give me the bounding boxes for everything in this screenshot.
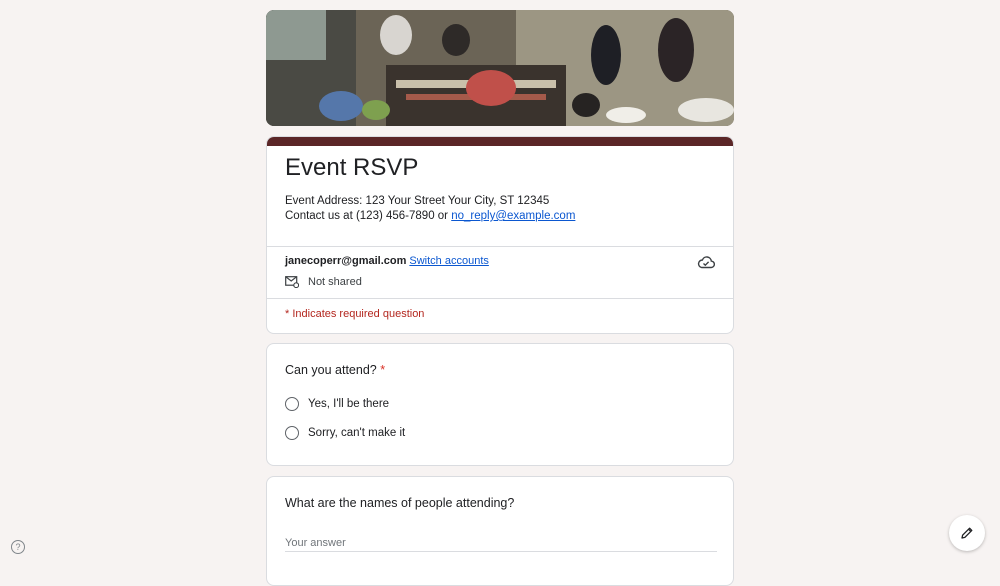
contact-text: Contact us at (123) 456-7890 or xyxy=(285,210,452,222)
radio-button[interactable] xyxy=(285,426,299,440)
pencil-icon xyxy=(961,527,973,539)
question-card-attendance: Can you attend? * Yes, I'll be there Sor… xyxy=(266,343,734,466)
required-divider xyxy=(267,298,733,299)
radio-option-yes[interactable]: Yes, I'll be there xyxy=(285,397,389,411)
radio-button[interactable] xyxy=(285,397,299,411)
cloud-check-icon[interactable] xyxy=(697,255,715,269)
answer-input[interactable] xyxy=(285,535,717,552)
account-email: janecoperr@gmail.com xyxy=(285,255,407,267)
radio-option-no[interactable]: Sorry, can't make it xyxy=(285,426,405,440)
event-address: Event Address: 123 Your Street Your City… xyxy=(285,195,550,207)
header-divider xyxy=(267,246,733,247)
question-title-text: Can you attend? xyxy=(285,363,377,377)
envelope-settings-icon xyxy=(285,276,299,288)
question-card-names: What are the names of people attending? xyxy=(266,476,734,586)
radio-option-label: Sorry, can't make it xyxy=(308,427,406,439)
question-title: What are the names of people attending? xyxy=(285,496,515,510)
help-icon[interactable]: ? xyxy=(11,540,25,554)
theme-accent-bar xyxy=(267,137,733,146)
party-photo xyxy=(266,10,734,126)
form-description: Event Address: 123 Your Street Your City… xyxy=(285,194,575,224)
form-title: Event RSVP xyxy=(285,154,419,181)
not-shared-label: Not shared xyxy=(308,276,362,288)
form-header-card: Event RSVP Event Address: 123 Your Stree… xyxy=(266,136,734,334)
contact-line: Contact us at (123) 456-7890 or no_reply… xyxy=(285,209,575,224)
header-banner-image xyxy=(266,10,734,126)
edit-button[interactable] xyxy=(949,515,985,551)
account-row: janecoperr@gmail.com Switch accounts xyxy=(285,255,489,267)
radio-option-label: Yes, I'll be there xyxy=(308,398,390,410)
contact-email-link[interactable]: no_reply@example.com xyxy=(451,210,575,222)
required-indicator-note: * Indicates required question xyxy=(285,308,425,320)
question-title: Can you attend? * xyxy=(285,363,385,377)
switch-accounts-link[interactable]: Switch accounts xyxy=(409,255,488,267)
share-status-row: Not shared xyxy=(285,276,362,288)
required-star: * xyxy=(380,363,386,377)
